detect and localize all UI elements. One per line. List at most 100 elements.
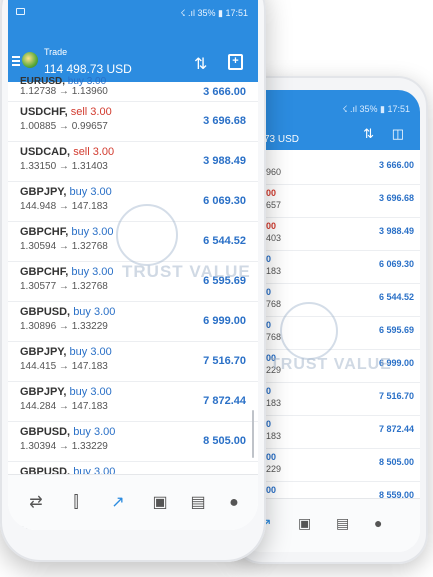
position-profit: 6 069.30 <box>203 195 246 207</box>
history-icon[interactable]: ▣ <box>148 491 172 515</box>
back-row-action: 0 <box>266 287 272 297</box>
back-position-row: 0 183 6 069.30 <box>240 251 420 284</box>
back-row-profit: 7 872.44 <box>378 424 414 434</box>
back-row-profit: 3 696.68 <box>378 193 414 203</box>
position-prices: 1.30896 → 1.33229 <box>20 321 108 332</box>
front-phone: ☇ .ıl 35% ▮ 17:51 Trade 114 498.73 USD ⇅… <box>0 0 266 562</box>
back-row-profit: 7 516.70 <box>378 391 414 401</box>
back-row-prices: 183 <box>266 398 282 408</box>
account-balance: 114 498.73 USD <box>44 62 132 76</box>
position-profit: 8 505.00 <box>203 435 246 447</box>
position-prices: 1.30594 → 1.32768 <box>20 241 108 252</box>
back-row-profit: 6 544.52 <box>378 292 414 302</box>
back-row-action: 0 <box>266 320 272 330</box>
position-profit: 7 872.44 <box>203 395 246 407</box>
sort-icon[interactable]: ⇅ <box>194 54 207 74</box>
position-row[interactable]: GBPUSD, buy 3.00 1.30394 → 1.33229 8 505.0… <box>8 422 258 462</box>
position-row[interactable]: GBPJPY, buy 3.00 144.415 → 147.183 7 516.7… <box>8 342 258 382</box>
scrollbar[interactable] <box>252 410 254 458</box>
position-symbol: GBPCHF, buy 3.00 <box>20 266 114 278</box>
position-action: sell 3.00 <box>73 146 115 158</box>
watermark-seal <box>116 204 178 266</box>
news-icon[interactable]: ▤ <box>336 515 349 532</box>
back-row-profit: 3 666.00 <box>378 160 414 170</box>
quotes-icon[interactable]: ⇄ <box>24 491 48 515</box>
position-symbol: USDCHF, sell 3.00 <box>20 106 112 118</box>
back-row-prices: 229 <box>266 464 282 474</box>
position-profit: 6 999.00 <box>203 315 246 327</box>
chart-icon[interactable]: ⫿ <box>64 491 88 515</box>
news-icon[interactable]: ▤ <box>186 491 210 515</box>
back-phone-screen: ☇ .ıl 35% ▮ 17:51 73 USD ⇅ ◫ 960 3 666.00… <box>240 90 420 552</box>
front-phone-screen: ☇ .ıl 35% ▮ 17:51 Trade 114 498.73 USD ⇅… <box>8 0 258 530</box>
position-profit: 3 666.00 <box>203 86 246 98</box>
back-row-prices: 768 <box>266 332 282 342</box>
status-bar: ☇ .ıl 35% ▮ 17:51 <box>180 8 248 18</box>
back-row-action: 0 <box>266 419 272 429</box>
position-profit: 3 696.68 <box>203 115 246 127</box>
position-symbol: GBPJPY, buy 3.00 <box>20 346 112 358</box>
back-row-action: 00 <box>266 188 277 198</box>
position-row[interactable]: USDCHF, sell 3.00 1.00885 → 0.99657 3 696.… <box>8 102 258 142</box>
back-row-profit: 6 595.69 <box>378 325 414 335</box>
back-row-action: 00 <box>266 485 277 495</box>
back-tab-bar: ↗ ▣ ▤ ● <box>240 498 420 552</box>
back-phone-header: ☇ .ıl 35% ▮ 17:51 73 USD ⇅ ◫ <box>240 90 420 150</box>
back-position-row: 0 183 7 872.44 <box>240 416 420 449</box>
position-prices: 1.00885 → 0.99657 <box>20 121 108 132</box>
position-prices: 1.30577 → 1.32768 <box>20 281 108 292</box>
back-header-icons: ⇅ ◫ <box>363 126 404 142</box>
sim-icon <box>16 8 25 15</box>
position-profit: 3 988.49 <box>203 155 246 167</box>
new-order-icon[interactable]: ◫ <box>392 126 404 141</box>
trade-icon[interactable]: ↗ <box>106 491 130 515</box>
back-row-action: 0 <box>266 254 272 264</box>
back-row-profit: 6 069.30 <box>378 259 414 269</box>
position-action: buy 3.00 <box>69 386 112 398</box>
back-row-action: 00 <box>266 452 277 462</box>
position-action: buy 3.00 <box>71 266 114 278</box>
position-action: sell 3.00 <box>70 106 112 118</box>
back-row-prices: 183 <box>266 431 282 441</box>
app-header: ☇ .ıl 35% ▮ 17:51 Trade 114 498.73 USD ⇅… <box>8 0 258 82</box>
back-row-profit: 8 505.00 <box>378 457 414 467</box>
position-symbol: GBPJPY, buy 3.00 <box>20 386 112 398</box>
back-position-row: 0 183 7 516.70 <box>240 383 420 416</box>
chat-icon[interactable]: ● <box>222 491 246 515</box>
new-order-icon[interactable]: + <box>228 54 243 70</box>
watermark-seal <box>280 302 338 360</box>
position-symbol: GBPUSD, buy 3.00 <box>20 426 116 438</box>
menu-icon[interactable] <box>12 56 20 68</box>
position-prices: 1.33150 → 1.31403 <box>20 161 108 172</box>
position-profit: 7 516.70 <box>203 355 246 367</box>
back-row-prices: 768 <box>266 299 282 309</box>
position-symbol: USDCAD, sell 3.00 <box>20 146 115 158</box>
position-prices: 1.30394 → 1.33229 <box>20 441 108 452</box>
watermark-text: TRUST VALUE <box>122 262 251 281</box>
back-row-profit: 3 988.49 <box>378 226 414 236</box>
position-symbol: GBPUSD, buy 3.00 <box>20 306 116 318</box>
position-row[interactable]: EURUSD, buy 3.00 1.12738 → 1.13960 3 666.0… <box>8 76 258 102</box>
back-row-action: 00 <box>266 221 277 231</box>
back-balance: 73 USD <box>264 134 300 145</box>
position-action: buy 3.00 <box>69 186 112 198</box>
position-symbol: GBPCHF, buy 3.00 <box>20 226 114 238</box>
back-row-prices: 183 <box>266 266 282 276</box>
sort-icon[interactable]: ⇅ <box>363 126 374 141</box>
position-row[interactable]: GBPUSD, buy 3.00 1.30896 → 1.33229 6 999.0… <box>8 302 258 342</box>
position-row[interactable]: GBPJPY, buy 3.00 144.284 → 147.183 7 872.4… <box>8 382 258 422</box>
position-row[interactable]: USDCAD, sell 3.00 1.33150 → 1.31403 3 988.… <box>8 142 258 182</box>
position-prices: 144.948 → 147.183 <box>20 201 108 212</box>
back-row-prices: 403 <box>266 233 282 243</box>
back-position-row: 960 3 666.00 <box>240 152 420 185</box>
back-row-action: 0 <box>266 386 272 396</box>
position-profit: 6 544.52 <box>203 235 246 247</box>
history-icon[interactable]: ▣ <box>298 515 311 532</box>
chat-icon[interactable]: ● <box>374 515 382 531</box>
position-prices: 144.284 → 147.183 <box>20 401 108 412</box>
position-action: buy 3.00 <box>73 306 116 318</box>
back-position-row: 00 229 8 505.00 <box>240 449 420 482</box>
position-action: buy 3.00 <box>69 346 112 358</box>
back-position-row: 00 403 3 988.49 <box>240 218 420 251</box>
page-title: Trade <box>44 47 68 57</box>
